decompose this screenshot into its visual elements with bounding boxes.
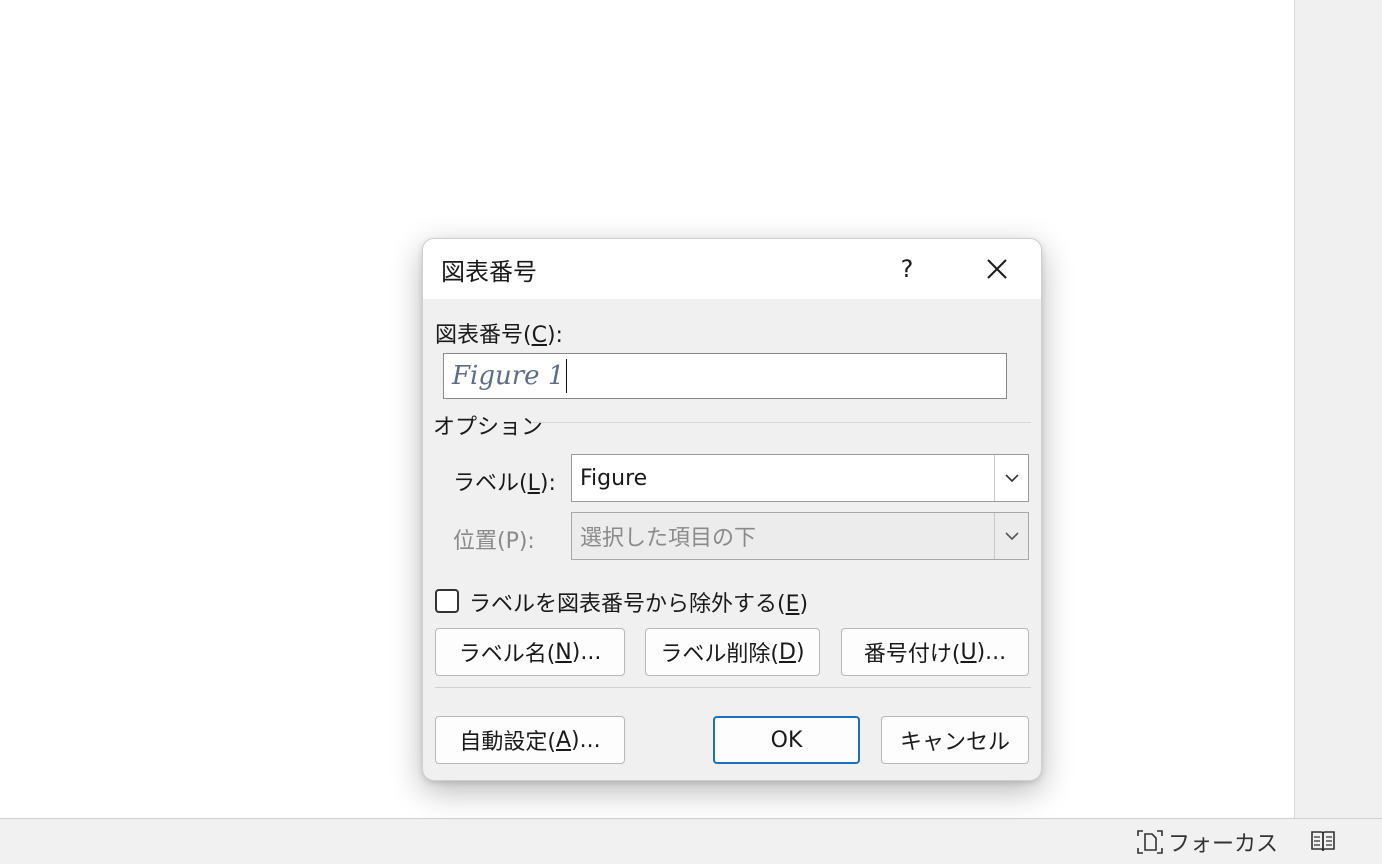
close-button[interactable] bbox=[975, 247, 1019, 291]
dialog-title: 図表番号 bbox=[441, 258, 537, 286]
options-group-label: オプション bbox=[433, 415, 544, 440]
position-dropdown-arrow bbox=[994, 513, 1028, 559]
caption-input-value: Figure 1 bbox=[452, 361, 565, 391]
position-dropdown: 選択した項目の下 bbox=[571, 512, 1029, 560]
status-bar: フォーカス bbox=[0, 818, 1382, 864]
read-mode-icon[interactable] bbox=[1308, 827, 1338, 855]
button-row-separator bbox=[435, 687, 1031, 688]
help-icon: ? bbox=[900, 255, 914, 283]
label-dropdown-value: Figure bbox=[580, 465, 648, 491]
document-gutter bbox=[1294, 0, 1382, 818]
focus-mode-label: フォーカス bbox=[1168, 832, 1279, 857]
cancel-button[interactable]: キャンセル bbox=[881, 716, 1029, 764]
exclude-label-checkbox-label[interactable]: ラベルを図表番号から除外する(E) bbox=[469, 586, 808, 618]
chevron-down-icon bbox=[1004, 474, 1019, 483]
delete-label-button[interactable]: ラベル削除(D) bbox=[645, 628, 820, 676]
position-field-label: 位置(P): bbox=[453, 529, 535, 554]
numbering-button[interactable]: 番号付け(U)... bbox=[841, 628, 1029, 676]
ok-button[interactable]: OK bbox=[713, 716, 860, 764]
dialog-titlebar[interactable]: 図表番号 ? bbox=[423, 239, 1041, 299]
help-button[interactable]: ? bbox=[885, 247, 929, 291]
caption-dialog: 図表番号 ? 図表番号(C): Figure 1 オプション ラベル(L): F… bbox=[422, 238, 1042, 781]
options-group-divider bbox=[531, 422, 1031, 423]
autocaption-button[interactable]: 自動設定(A)... bbox=[435, 716, 625, 764]
label-dropdown-arrow[interactable] bbox=[994, 455, 1028, 501]
focus-icon bbox=[1137, 830, 1163, 854]
new-label-button[interactable]: ラベル名(N)... bbox=[435, 628, 625, 676]
caption-input[interactable]: Figure 1 bbox=[443, 353, 1007, 399]
text-caret bbox=[566, 359, 568, 393]
chevron-down-icon bbox=[1004, 532, 1019, 541]
close-icon bbox=[987, 259, 1007, 279]
label-dropdown[interactable]: Figure bbox=[571, 454, 1029, 502]
focus-mode-button[interactable]: フォーカス bbox=[1136, 827, 1278, 857]
position-dropdown-value: 選択した項目の下 bbox=[580, 526, 757, 551]
label-field-label: ラベル(L): bbox=[453, 471, 556, 496]
caption-label: 図表番号(C): bbox=[435, 323, 563, 348]
exclude-label-checkbox[interactable] bbox=[435, 589, 459, 613]
